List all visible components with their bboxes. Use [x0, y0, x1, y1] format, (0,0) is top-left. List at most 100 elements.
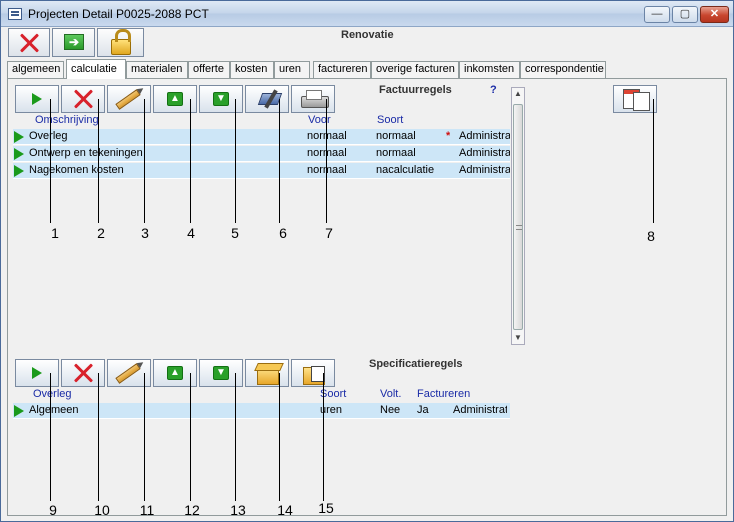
col-volt[interactable]: Volt. — [380, 388, 401, 400]
row-soort: nacalculatie — [376, 164, 435, 176]
callout-8: 8 — [647, 228, 655, 244]
factuur-print-button[interactable] — [291, 85, 335, 113]
callout-line-6 — [279, 99, 280, 223]
tab-algemeen[interactable]: algemeen — [7, 61, 64, 78]
delete-x-icon — [18, 32, 40, 54]
factuur-row[interactable]: Nagekomen kosten normaal nacalculatie Ad… — [13, 163, 510, 179]
scroll-down-arrow[interactable]: ▼ — [512, 332, 524, 344]
col-overleg[interactable]: Overleg — [33, 388, 72, 400]
lock-button[interactable] — [97, 28, 144, 57]
row-extra: Administratie — [459, 164, 510, 176]
arrow-down-icon: ▼ — [213, 366, 229, 380]
callout-line-7 — [326, 99, 327, 223]
tab-kosten[interactable]: kosten — [230, 61, 274, 78]
tab-correspondentie[interactable]: correspondentie — [520, 61, 606, 78]
tab-factureren[interactable]: factureren — [313, 61, 371, 78]
col-omschrijving[interactable]: Omschrijving — [35, 114, 99, 126]
tab-uren[interactable]: uren — [274, 61, 310, 78]
factuur-vertical-scrollbar[interactable]: ▲ ▼ — [511, 87, 525, 345]
callout-15: 15 — [318, 500, 334, 516]
arrow-up-icon: ▲ — [167, 366, 183, 380]
spec-open-button[interactable] — [15, 359, 59, 387]
factuur-wizard-button[interactable] — [245, 85, 289, 113]
row-marker: * — [446, 130, 451, 142]
pencil-icon — [115, 363, 141, 384]
spec-box-document-button[interactable] — [291, 359, 335, 387]
callout-line-14 — [279, 373, 280, 501]
callout-line-9 — [50, 373, 51, 501]
green-arrow-icon: ➔ — [64, 34, 84, 50]
callout-line-3 — [144, 99, 145, 223]
callout-12: 12 — [184, 502, 200, 518]
scroll-up-arrow[interactable]: ▲ — [512, 88, 524, 100]
callout-4: 4 — [187, 225, 195, 241]
col-soort[interactable]: Soort — [377, 114, 403, 126]
row-play-icon — [14, 148, 24, 160]
row-play-icon — [14, 405, 24, 417]
play-icon — [32, 367, 42, 379]
tab-materialen[interactable]: materialen — [126, 61, 188, 78]
callout-line-12 — [190, 373, 191, 501]
tab-offerte[interactable]: offerte — [188, 61, 230, 78]
close-window-button[interactable]: ✕ — [700, 6, 729, 23]
callout-line-10 — [98, 373, 99, 501]
tab-calculatie[interactable]: calculatie — [66, 59, 126, 79]
window-title: Projecten Detail P0025-2088 PCT — [28, 7, 209, 21]
row-play-icon — [14, 165, 24, 177]
row-volt: Nee — [380, 404, 401, 416]
spec-move-down-button[interactable]: ▼ — [199, 359, 243, 387]
callout-7: 7 — [325, 225, 333, 241]
callout-1: 1 — [51, 225, 59, 241]
row-soort: normaal — [376, 147, 416, 159]
row-omschrijving: Algemeen — [29, 404, 79, 416]
row-omschrijving: Nagekomen kosten — [29, 164, 124, 176]
tab-inkomsten[interactable]: inkomsten — [459, 61, 520, 78]
col-voor[interactable]: Voor — [308, 114, 331, 126]
callout-line-8 — [653, 99, 654, 223]
delete-project-button[interactable] — [8, 28, 50, 57]
lock-icon — [111, 29, 131, 55]
callout-line-2 — [98, 99, 99, 223]
projecten-detail-window: Projecten Detail P0025-2088 PCT — ▢ ✕ ➔ … — [0, 0, 734, 522]
maximize-button[interactable]: ▢ — [672, 6, 698, 23]
row-omschrijving: Ontwerp en tekeningen — [29, 147, 143, 159]
open-box-icon — [257, 367, 279, 385]
row-extra: Administratie — [459, 130, 510, 142]
callout-line-5 — [235, 99, 236, 223]
specificatieregels-title: Specificatieregels — [369, 358, 463, 370]
spec-row[interactable]: Algemeen uren Nee Ja Administratie — [13, 403, 510, 419]
scroll-thumb[interactable] — [513, 104, 523, 330]
factuur-row[interactable]: Ontwerp en tekeningen normaal normaal Ad… — [13, 146, 510, 162]
factuur-row[interactable]: Overleg normaal normaal * Administratie — [13, 129, 510, 145]
window-app-icon — [8, 8, 22, 20]
arrow-up-icon: ▲ — [167, 92, 183, 106]
callout-line-11 — [144, 373, 145, 501]
minimize-button[interactable]: — — [644, 6, 670, 23]
factuurregels-title: Factuurregels — [379, 84, 452, 96]
arrow-down-icon: ▼ — [213, 92, 229, 106]
title-bar: Projecten Detail P0025-2088 PCT — ▢ ✕ — [1, 1, 733, 27]
copy-documents-button[interactable] — [613, 85, 657, 113]
documents-icon — [623, 89, 650, 111]
callout-line-15 — [323, 373, 324, 501]
factuur-move-down-button[interactable]: ▼ — [199, 85, 243, 113]
pencil-icon — [115, 89, 141, 110]
callout-14: 14 — [277, 502, 293, 518]
callout-2: 2 — [97, 225, 105, 241]
factuur-open-button[interactable] — [15, 85, 59, 113]
delete-x-icon — [72, 88, 94, 110]
factuurregels-help-link[interactable]: ? — [490, 84, 497, 96]
wizard-icon — [257, 89, 279, 109]
row-omschrijving: Overleg — [29, 130, 68, 142]
col-factureren[interactable]: Factureren — [417, 388, 470, 400]
tab-overige-facturen[interactable]: overige facturen — [371, 61, 459, 78]
callout-10: 10 — [94, 502, 110, 518]
go-forward-button[interactable]: ➔ — [52, 28, 95, 57]
row-factureren: Ja — [417, 404, 429, 416]
row-play-icon — [14, 131, 24, 143]
printer-icon — [301, 90, 329, 108]
spec-open-box-button[interactable] — [245, 359, 289, 387]
callout-5: 5 — [231, 225, 239, 241]
row-soort: normaal — [376, 130, 416, 142]
callout-line-13 — [235, 373, 236, 501]
